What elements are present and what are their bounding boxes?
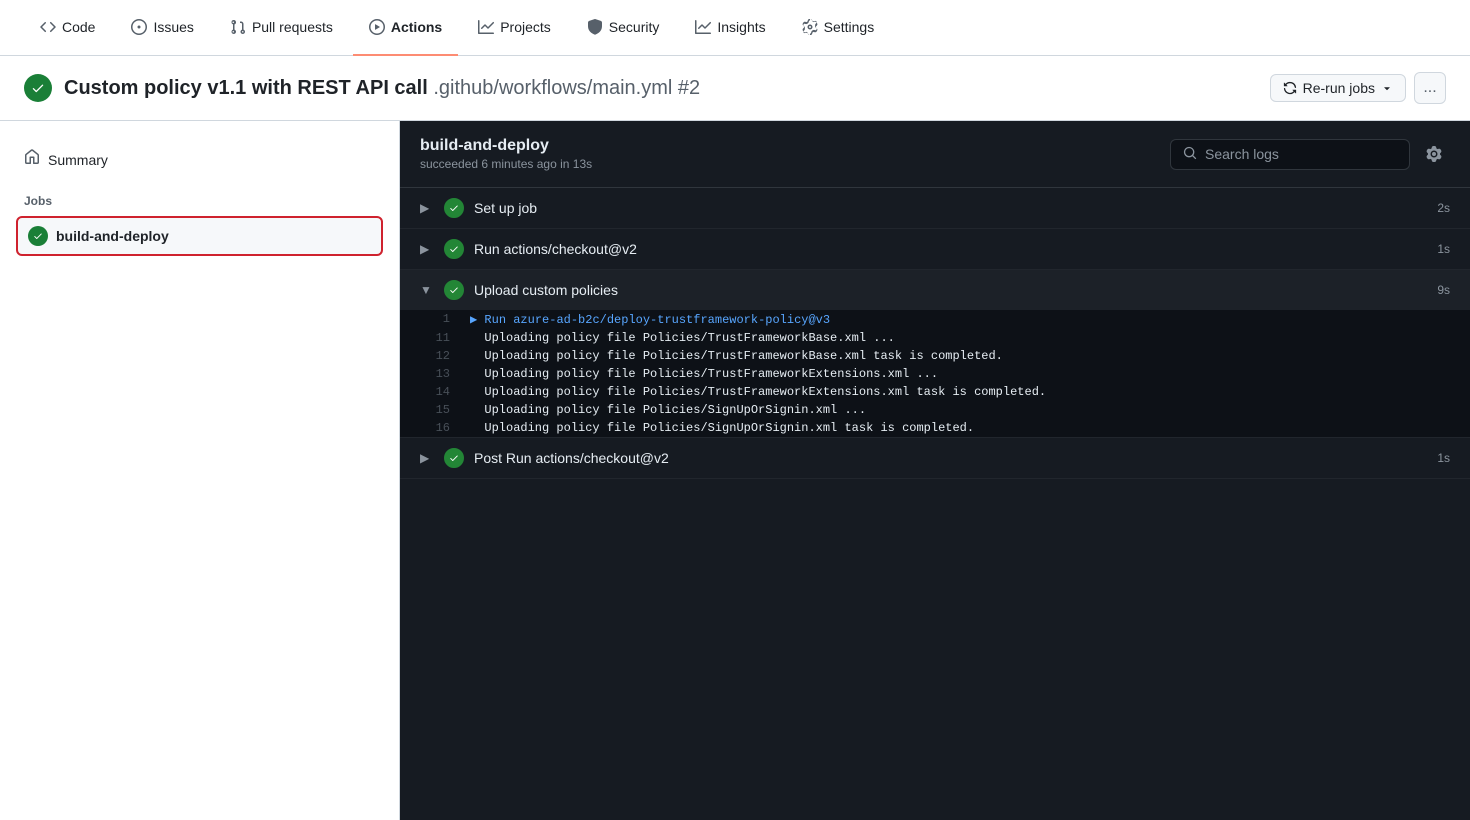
nav-pull-requests-label: Pull requests	[252, 19, 333, 35]
log-line[interactable]: 1 ▶ Run azure-ad-b2c/deploy-trustframewo…	[400, 310, 1470, 329]
log-job-info: build-and-deploy succeeded 6 minutes ago…	[420, 137, 592, 171]
log-line[interactable]: 12 Uploading policy file Policies/TrustF…	[400, 347, 1470, 365]
sidebar-job-label: build-and-deploy	[56, 228, 169, 244]
step-post-checkout-label: Post Run actions/checkout@v2	[474, 450, 1427, 466]
projects-icon	[478, 19, 494, 35]
main-layout: Summary Jobs build-and-deploy build-and-…	[0, 121, 1470, 820]
nav-settings-label: Settings	[824, 19, 875, 35]
sidebar-summary-item[interactable]: Summary	[16, 141, 383, 178]
log-job-name: build-and-deploy	[420, 137, 592, 155]
page-title: Custom policy v1.1 with REST API call .g…	[64, 77, 700, 100]
step-checkout-label: Run actions/checkout@v2	[474, 241, 1427, 257]
log-panel: build-and-deploy succeeded 6 minutes ago…	[400, 121, 1470, 820]
nav-code-label: Code	[62, 19, 95, 35]
nav-settings[interactable]: Settings	[786, 0, 891, 56]
sidebar-summary-label: Summary	[48, 152, 108, 168]
log-step-post-checkout: ▶ Post Run actions/checkout@v2 1s	[400, 438, 1470, 479]
step-checkout-duration: 1s	[1437, 242, 1450, 256]
jobs-section-label: Jobs	[16, 178, 383, 216]
nav-projects[interactable]: Projects	[462, 0, 567, 56]
step-check-icon	[444, 280, 464, 300]
step-setup-job-label: Set up job	[474, 200, 1427, 216]
nav-actions-label: Actions	[391, 19, 442, 35]
log-steps: ▶ Set up job 2s ▶ Run actions/checkout@v…	[400, 188, 1470, 820]
settings-icon	[802, 19, 818, 35]
search-logs-container[interactable]	[1170, 139, 1410, 170]
step-upload-label: Upload custom policies	[474, 282, 1427, 298]
log-search-area	[1170, 138, 1450, 170]
log-panel-header: build-and-deploy succeeded 6 minutes ago…	[400, 121, 1470, 188]
page-header: Custom policy v1.1 with REST API call .g…	[0, 56, 1470, 121]
workflow-status-icon	[24, 74, 52, 102]
code-icon	[40, 19, 56, 35]
log-step-upload-header[interactable]: ▼ Upload custom policies 9s	[400, 270, 1470, 310]
log-step-checkout: ▶ Run actions/checkout@v2 1s	[400, 229, 1470, 270]
sidebar-job-build-and-deploy[interactable]: build-and-deploy	[16, 216, 383, 256]
log-settings-button[interactable]	[1418, 138, 1450, 170]
log-step-post-checkout-header[interactable]: ▶ Post Run actions/checkout@v2 1s	[400, 438, 1470, 478]
chevron-right-icon: ▶	[420, 451, 434, 465]
chevron-down-icon: ▼	[420, 283, 434, 297]
sidebar: Summary Jobs build-and-deploy	[0, 121, 400, 820]
nav-security-label: Security	[609, 19, 660, 35]
log-content-upload: 1 ▶ Run azure-ad-b2c/deploy-trustframewo…	[400, 310, 1470, 437]
log-step-upload-policies: ▼ Upload custom policies 9s 1 ▶ Run azur…	[400, 270, 1470, 438]
more-options-button[interactable]: ...	[1414, 72, 1446, 104]
log-line[interactable]: 14 Uploading policy file Policies/TrustF…	[400, 383, 1470, 401]
nav-projects-label: Projects	[500, 19, 551, 35]
log-step-checkout-header[interactable]: ▶ Run actions/checkout@v2 1s	[400, 229, 1470, 269]
header-actions: Re-run jobs ...	[1270, 72, 1446, 104]
top-nav: Code Issues Pull requests Actions Projec…	[0, 0, 1470, 56]
log-job-subtitle: succeeded 6 minutes ago in 13s	[420, 157, 592, 171]
nav-issues[interactable]: Issues	[115, 0, 209, 56]
search-logs-input[interactable]	[1205, 146, 1397, 162]
step-check-icon	[444, 198, 464, 218]
page-title-area: Custom policy v1.1 with REST API call .g…	[24, 74, 700, 102]
nav-security[interactable]: Security	[571, 0, 676, 56]
log-line[interactable]: 15 Uploading policy file Policies/SignUp…	[400, 401, 1470, 419]
log-line[interactable]: 13 Uploading policy file Policies/TrustF…	[400, 365, 1470, 383]
nav-actions[interactable]: Actions	[353, 0, 458, 56]
step-upload-duration: 9s	[1437, 283, 1450, 297]
chevron-right-icon: ▶	[420, 201, 434, 215]
nav-pull-requests[interactable]: Pull requests	[214, 0, 349, 56]
actions-icon	[369, 19, 385, 35]
security-icon	[587, 19, 603, 35]
step-check-icon	[444, 239, 464, 259]
step-post-checkout-duration: 1s	[1437, 451, 1450, 465]
job-success-status-icon	[28, 226, 48, 246]
step-setup-job-duration: 2s	[1437, 201, 1450, 215]
nav-issues-label: Issues	[153, 19, 193, 35]
nav-insights[interactable]: Insights	[679, 0, 781, 56]
issues-icon	[131, 19, 147, 35]
nav-code[interactable]: Code	[24, 0, 111, 56]
search-icon	[1183, 146, 1197, 163]
nav-insights-label: Insights	[717, 19, 765, 35]
insights-icon	[695, 19, 711, 35]
log-line[interactable]: 11 Uploading policy file Policies/TrustF…	[400, 329, 1470, 347]
pull-requests-icon	[230, 19, 246, 35]
step-check-icon	[444, 448, 464, 468]
rerun-jobs-button[interactable]: Re-run jobs	[1270, 74, 1406, 102]
home-icon	[24, 149, 40, 170]
log-step-setup-job: ▶ Set up job 2s	[400, 188, 1470, 229]
chevron-right-icon: ▶	[420, 242, 434, 256]
log-line[interactable]: 16 Uploading policy file Policies/SignUp…	[400, 419, 1470, 437]
log-step-setup-job-header[interactable]: ▶ Set up job 2s	[400, 188, 1470, 228]
